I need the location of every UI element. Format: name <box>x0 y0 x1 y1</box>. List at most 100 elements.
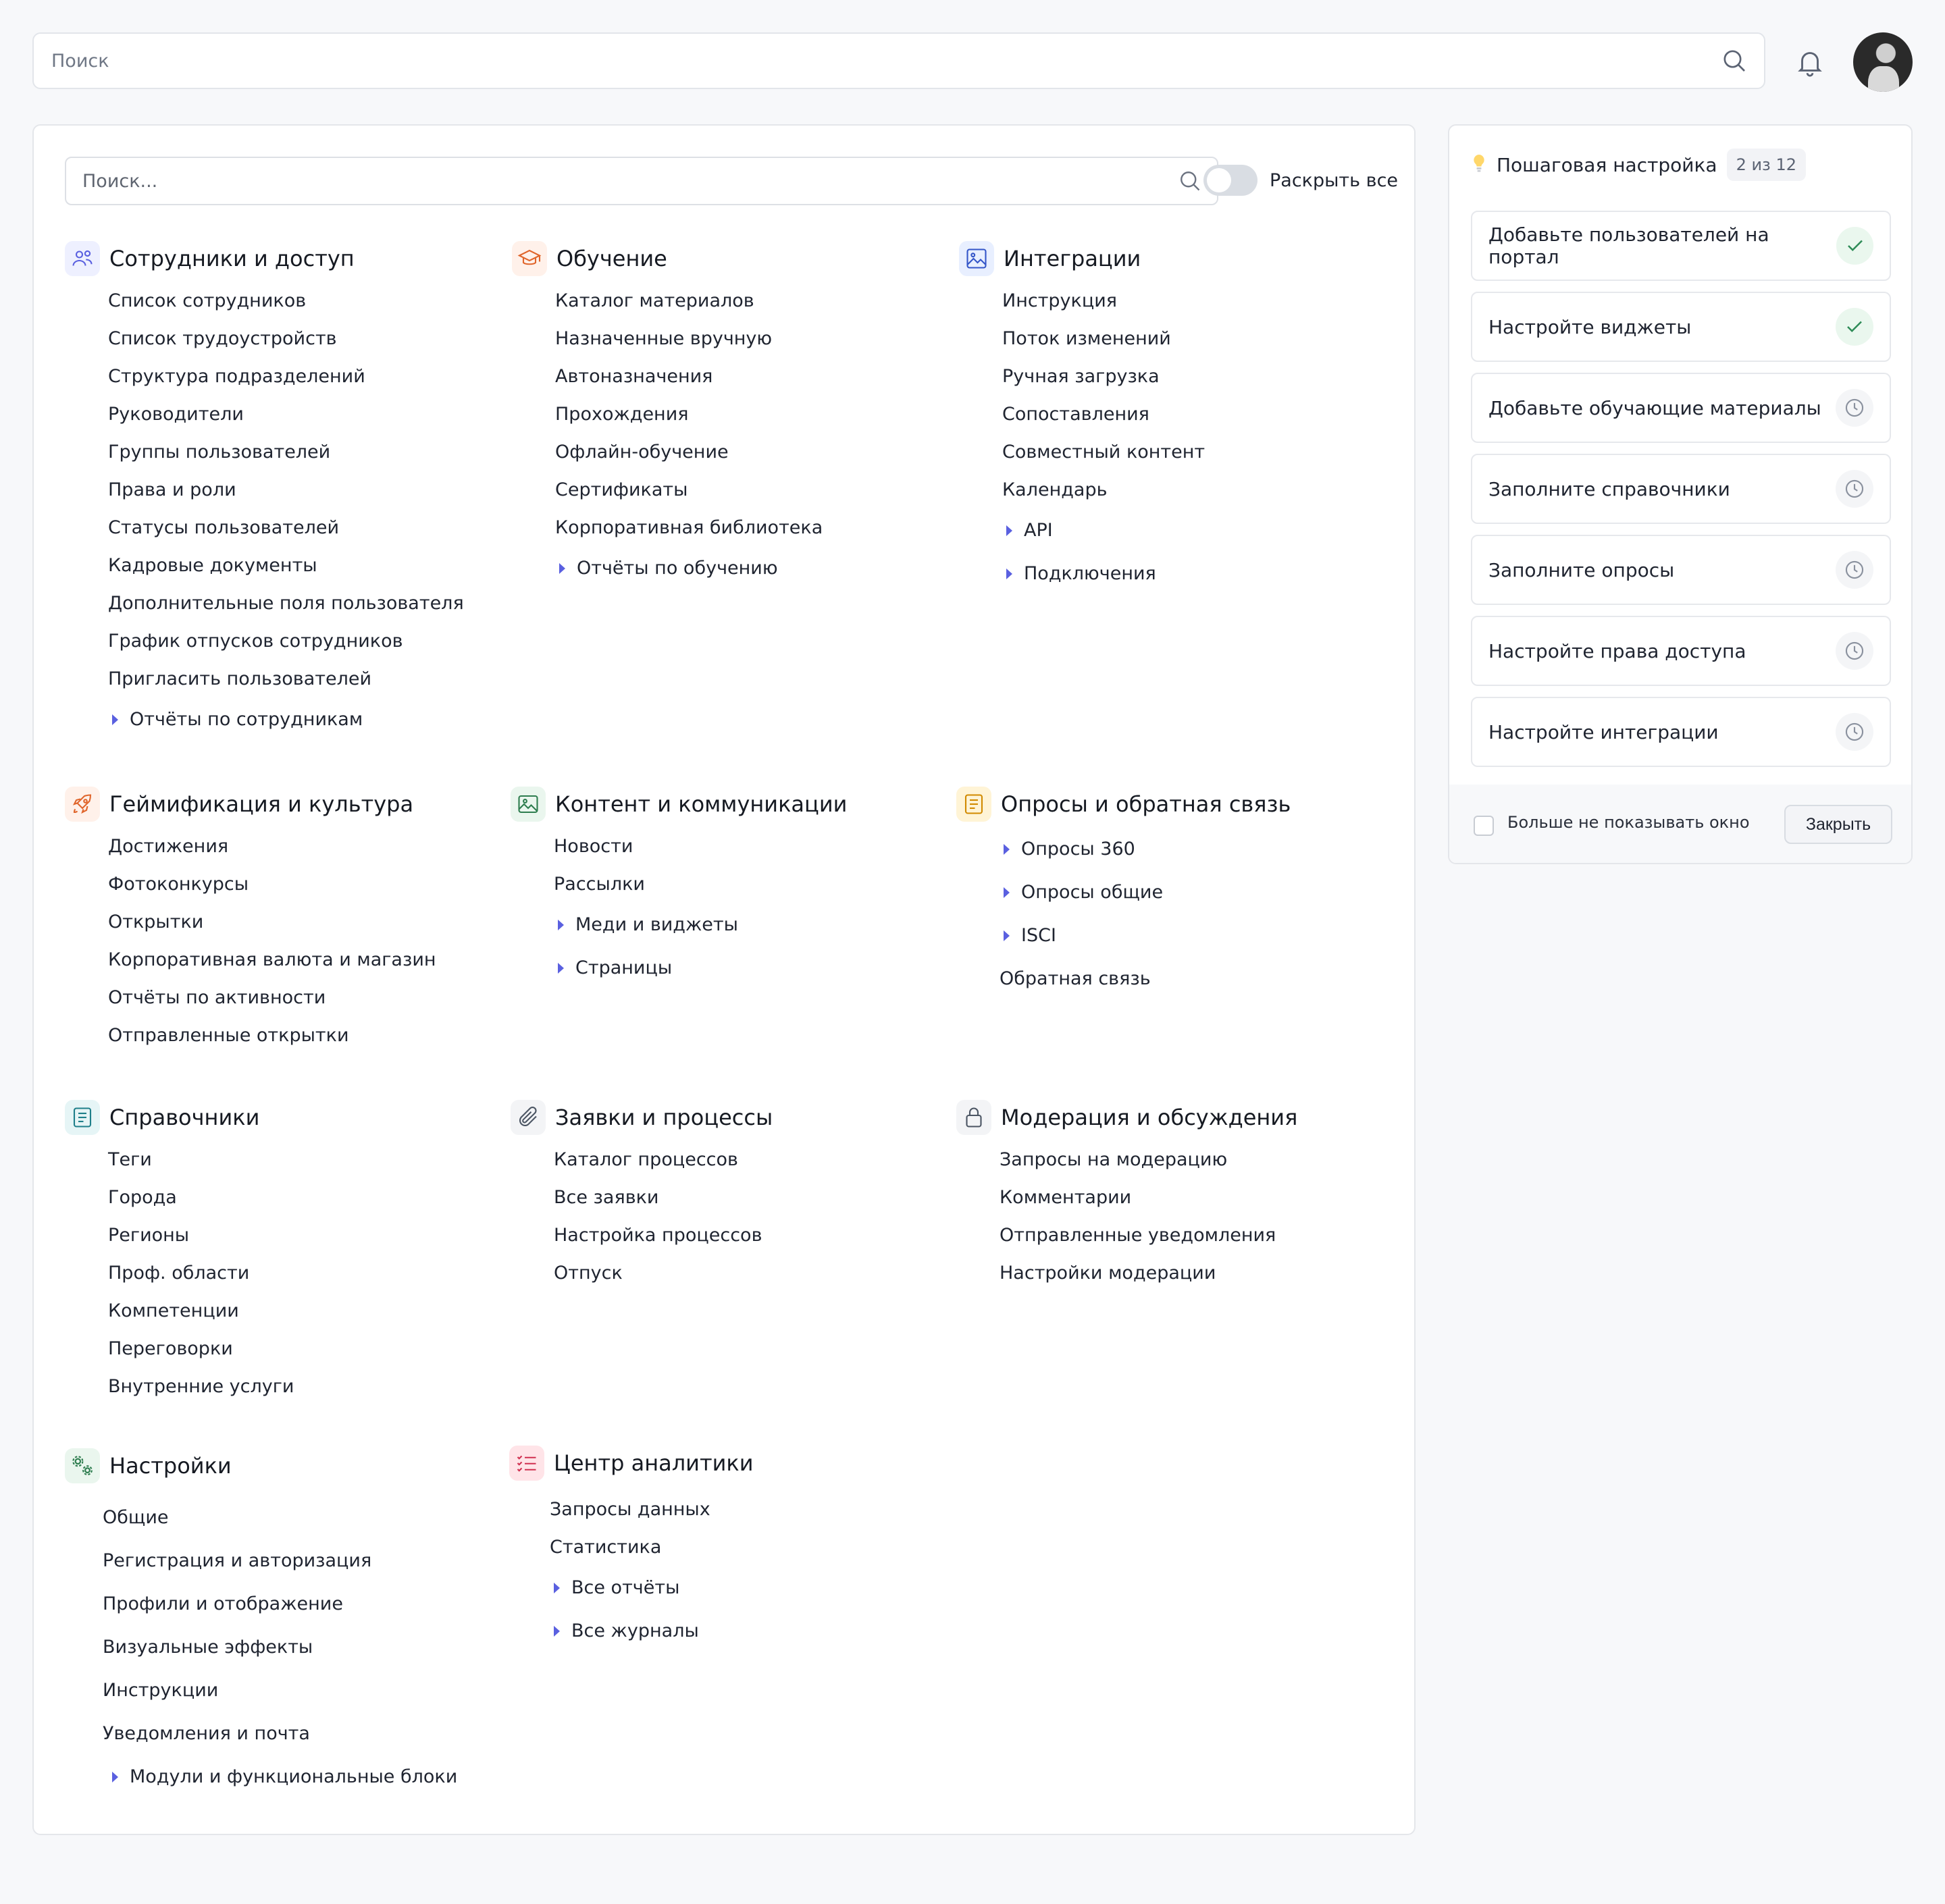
setup-step[interactable]: Заполните справочники <box>1471 454 1891 524</box>
menu-item-expandable[interactable]: Модули и функциональные блоки <box>108 1755 457 1799</box>
menu-item[interactable]: Регистрация и авторизация <box>103 1539 457 1583</box>
pending-clock-icon <box>1836 713 1873 751</box>
image-icon <box>959 241 994 276</box>
setup-step[interactable]: Добавьте обучающие материалы <box>1471 373 1891 443</box>
menu-item[interactable]: Статусы пользователей <box>108 509 464 547</box>
survey-icon <box>956 787 991 822</box>
menu-item-expandable[interactable]: Все журналы <box>550 1610 754 1653</box>
setup-footer: Больше не показывать окно Закрыть <box>1449 785 1911 863</box>
menu-item[interactable]: Каталог процессов <box>554 1141 773 1179</box>
menu-item[interactable]: Дополнительные поля пользователя <box>108 585 464 623</box>
avatar[interactable] <box>1853 32 1913 92</box>
picture-icon <box>511 787 546 822</box>
menu-item[interactable]: Достижения <box>108 828 436 866</box>
menu-item[interactable]: Кадровые документы <box>108 547 464 585</box>
menu-item[interactable]: Календарь <box>1002 471 1205 509</box>
menu-item[interactable]: Автоназначения <box>555 358 823 396</box>
checklist-icon <box>509 1446 544 1481</box>
menu-item[interactable]: Проф. области <box>108 1254 294 1292</box>
setup-step[interactable]: Настройте права доступа <box>1471 616 1891 686</box>
menu-item[interactable]: Обратная связь <box>1000 957 1291 1001</box>
menu-search-input[interactable] <box>81 169 1178 192</box>
menu-item-expandable[interactable]: Меди и виджеты <box>554 903 847 947</box>
section-title: Сотрудники и доступ <box>109 246 355 271</box>
menu-item[interactable]: Профили и отображение <box>103 1583 457 1626</box>
menu-item-expandable[interactable]: Опросы 360 <box>1000 828 1291 871</box>
search-icon[interactable] <box>1178 169 1202 193</box>
menu-item[interactable]: Структура подразделений <box>108 358 464 396</box>
menu-item-expandable[interactable]: API <box>1002 509 1205 552</box>
menu-item[interactable]: Все заявки <box>554 1179 773 1217</box>
menu-item[interactable]: Внутренние услуги <box>108 1368 294 1406</box>
menu-item[interactable]: Корпоративная библиотека <box>555 509 823 547</box>
menu-item[interactable]: Офлайн-обучение <box>555 433 823 471</box>
pending-clock-icon <box>1836 389 1873 427</box>
menu-item[interactable]: Корпоративная валюта и магазин <box>108 941 436 979</box>
menu-item[interactable]: Статистика <box>550 1529 754 1566</box>
menu-item-expandable[interactable]: Отчёты по обучению <box>555 547 823 590</box>
setup-step[interactable]: Настройте интеграции <box>1471 697 1891 767</box>
menu-item-expandable[interactable]: ISCI <box>1000 914 1291 957</box>
menu-item[interactable]: Рассылки <box>554 866 847 903</box>
menu-item[interactable]: Пригласить пользователей <box>108 660 464 698</box>
menu-item[interactable]: Инструкция <box>1002 282 1205 320</box>
menu-item[interactable]: Компетенции <box>108 1292 294 1330</box>
menu-item[interactable]: Настройка процессов <box>554 1217 773 1254</box>
menu-item[interactable]: Запросы данных <box>550 1491 754 1529</box>
menu-item[interactable]: Новости <box>554 828 847 866</box>
menu-item[interactable]: Поток изменений <box>1002 320 1205 358</box>
menu-item[interactable]: Переговорки <box>108 1330 294 1368</box>
menu-item[interactable]: Регионы <box>108 1217 294 1254</box>
menu-item-expandable[interactable]: Опросы общие <box>1000 871 1291 914</box>
document-icon <box>65 1100 100 1135</box>
menu-item[interactable]: Отпуск <box>554 1254 773 1292</box>
menu-item[interactable]: Отправленные открытки <box>108 1017 436 1055</box>
close-button[interactable]: Закрыть <box>1784 805 1892 844</box>
menu-item[interactable]: Группы пользователей <box>108 433 464 471</box>
menu-item[interactable]: Руководители <box>108 396 464 433</box>
menu-item[interactable]: Города <box>108 1179 294 1217</box>
menu-item[interactable]: Права и роли <box>108 471 464 509</box>
setup-step[interactable]: Заполните опросы <box>1471 535 1891 605</box>
global-search[interactable] <box>32 32 1765 89</box>
menu-item[interactable]: Сертификаты <box>555 471 823 509</box>
menu-item[interactable]: Отправленные уведомления <box>1000 1217 1297 1254</box>
setup-step[interactable]: Добавьте пользователей на портал <box>1471 211 1891 281</box>
global-search-input[interactable] <box>50 49 1721 72</box>
section-title: Обучение <box>556 246 667 271</box>
menu-item-expandable[interactable]: Все отчёты <box>550 1566 754 1610</box>
section-learning: Обучение Каталог материалов Назначенные … <box>512 240 823 590</box>
menu-item[interactable]: Каталог материалов <box>555 282 823 320</box>
menu-item[interactable]: График отпусков сотрудников <box>108 623 464 660</box>
menu-item[interactable]: Совместный контент <box>1002 433 1205 471</box>
setup-step[interactable]: Настройте виджеты <box>1471 292 1891 362</box>
menu-item-expandable[interactable]: Подключения <box>1002 552 1205 596</box>
menu-item[interactable]: Ручная загрузка <box>1002 358 1205 396</box>
menu-search[interactable] <box>65 157 1218 205</box>
menu-item-expandable[interactable]: Отчёты по сотрудникам <box>108 698 464 741</box>
menu-item[interactable]: Список сотрудников <box>108 282 464 320</box>
dont-show-checkbox[interactable] <box>1474 816 1494 836</box>
expand-all-toggle[interactable]: Раскрыть все <box>1203 165 1398 196</box>
menu-item[interactable]: Назначенные вручную <box>555 320 823 358</box>
menu-item[interactable]: Комментарии <box>1000 1179 1297 1217</box>
menu-item[interactable]: Визуальные эффекты <box>103 1626 457 1669</box>
bell-icon[interactable] <box>1791 43 1829 81</box>
menu-item[interactable]: Общие <box>103 1496 457 1539</box>
menu-item[interactable]: Запросы на модерацию <box>1000 1141 1297 1179</box>
menu-item[interactable]: Настройки модерации <box>1000 1254 1297 1292</box>
menu-item[interactable]: Прохождения <box>555 396 823 433</box>
search-icon[interactable] <box>1721 47 1748 74</box>
graduation-cap-icon <box>512 241 547 276</box>
menu-item[interactable]: Отчёты по активности <box>108 979 436 1017</box>
menu-item[interactable]: Сопоставления <box>1002 396 1205 433</box>
menu-item[interactable]: Уведомления и почта <box>103 1712 457 1755</box>
menu-item[interactable]: Список трудоустройств <box>108 320 464 358</box>
rocket-icon <box>65 787 100 822</box>
menu-item[interactable]: Инструкции <box>103 1669 457 1712</box>
menu-item[interactable]: Открытки <box>108 903 436 941</box>
menu-item-expandable[interactable]: Страницы <box>554 947 847 990</box>
menu-item[interactable]: Фотоконкурсы <box>108 866 436 903</box>
toggle-switch[interactable] <box>1203 165 1257 196</box>
menu-item[interactable]: Теги <box>108 1141 294 1179</box>
